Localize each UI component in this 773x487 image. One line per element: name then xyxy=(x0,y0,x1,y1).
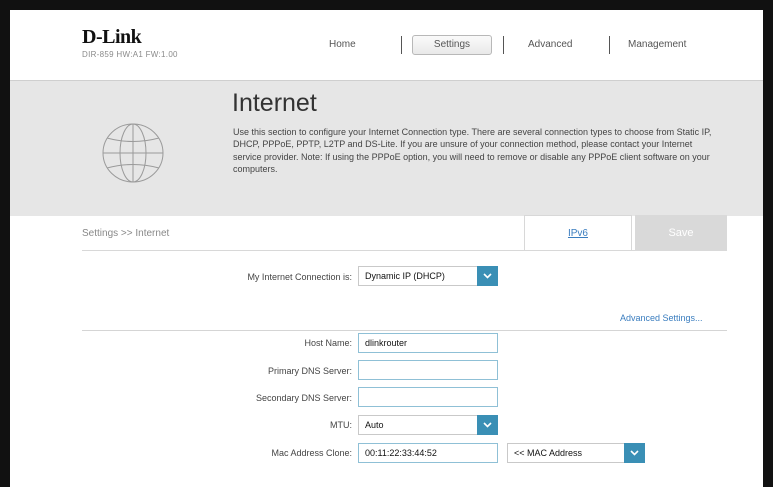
host-name-label: Host Name: xyxy=(304,338,352,348)
nav-advanced[interactable]: Advanced xyxy=(528,36,572,54)
nav-settings[interactable]: Settings xyxy=(412,35,492,55)
mac-select-value: << MAC Address xyxy=(514,448,583,458)
secondary-dns-input[interactable] xyxy=(358,387,498,407)
mac-clone-label: Mac Address Clone: xyxy=(271,448,352,458)
advanced-settings-link[interactable]: Advanced Settings... xyxy=(620,313,703,323)
page-description: Use this section to configure your Inter… xyxy=(233,127,712,174)
section-divider xyxy=(82,330,727,331)
nav-separator xyxy=(609,36,610,54)
primary-dns-label: Primary DNS Server: xyxy=(267,366,352,376)
connection-type-value: Dynamic IP (DHCP) xyxy=(365,271,445,281)
page-title: Internet xyxy=(232,89,317,117)
mac-address-input[interactable]: 00:11:22:33:44:52 xyxy=(358,443,498,463)
save-button[interactable]: Save xyxy=(635,215,727,251)
connection-type-select[interactable]: Dynamic IP (DHCP) xyxy=(358,266,498,286)
primary-dns-input[interactable] xyxy=(358,360,498,380)
top-nav: Home Settings Advanced Management xyxy=(10,35,763,56)
ipv6-link[interactable]: IPv6 xyxy=(524,215,632,250)
breadcrumb: Settings >> Internet xyxy=(82,228,170,239)
globe-icon xyxy=(102,123,164,183)
chevron-down-icon xyxy=(477,415,498,435)
nav-home[interactable]: Home xyxy=(329,36,356,54)
mtu-value: Auto xyxy=(365,420,384,430)
nav-separator xyxy=(401,36,402,54)
mac-address-select[interactable]: << MAC Address xyxy=(507,443,645,463)
action-bar: Settings >> Internet IPv6 Save xyxy=(82,215,727,251)
mtu-label: MTU: xyxy=(330,420,352,430)
mtu-select[interactable]: Auto xyxy=(358,415,498,435)
chevron-down-icon xyxy=(624,443,645,463)
page-banner: Internet Use this section to configure y… xyxy=(10,80,763,216)
nav-separator xyxy=(503,36,504,54)
nav-management[interactable]: Management xyxy=(628,36,686,54)
secondary-dns-label: Secondary DNS Server: xyxy=(255,393,352,403)
host-name-input[interactable]: dlinkrouter xyxy=(358,333,498,353)
connection-type-label: My Internet Connection is: xyxy=(247,272,352,282)
chevron-down-icon xyxy=(477,266,498,286)
router-admin-page: D-Link DIR-859 HW:A1 FW:1.00 Home Settin… xyxy=(10,10,763,487)
